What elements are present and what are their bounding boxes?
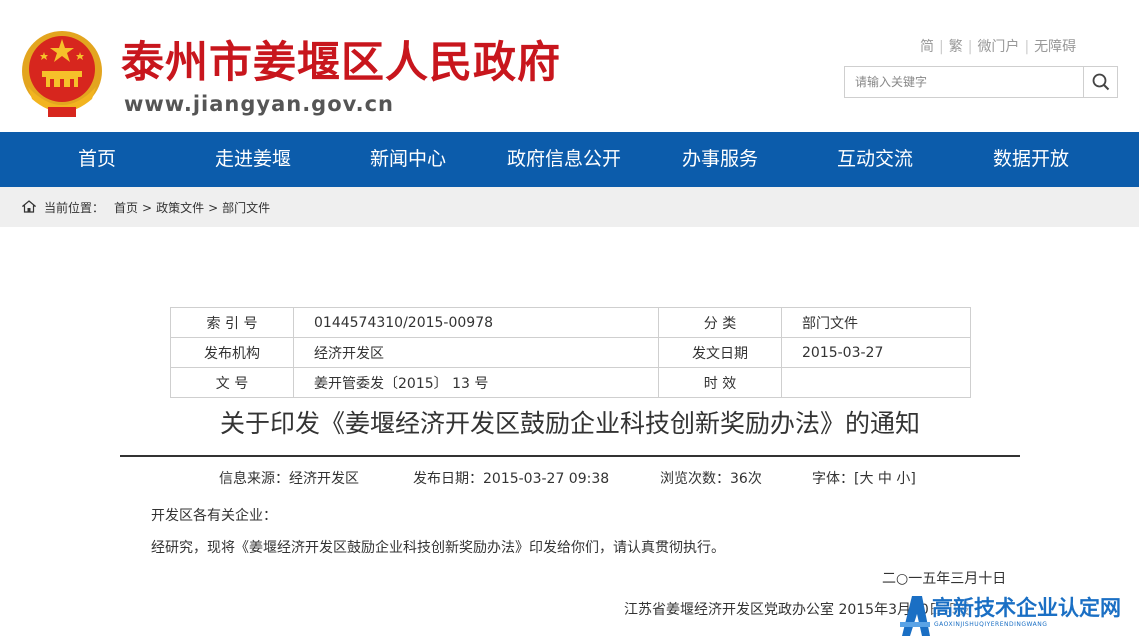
validity-value [781,367,971,398]
search-input[interactable] [845,67,1083,97]
index-number-label: 索 引 号 [170,307,294,338]
font-size-large-button[interactable]: 大 [859,471,873,487]
issuer-label: 发布机构 [170,337,294,368]
site-title: 泰州市姜堰区人民政府 [121,38,561,88]
category-value: 部门文件 [781,307,971,338]
issue-date-label: 发文日期 [658,337,782,368]
nav-item-about-jiangyan[interactable]: 走进姜堰 [196,132,310,187]
font-size-medium-button[interactable]: 中 [878,471,892,487]
index-number-value: 0144574310/2015-00978 [293,307,659,338]
article-sign-date: 二○一五年三月十日 [882,571,1007,587]
accessibility-link[interactable]: 无障碍 [1034,39,1076,55]
national-emblem-icon [22,31,102,117]
title-divider [120,455,1020,457]
font-size-small-button[interactable]: 小 [896,471,910,487]
article-body: 经研究，现将《姜堰经济开发区鼓励企业科技创新奖励办法》印发给你们，请认真贯彻执行… [151,540,725,556]
traditional-chinese-link[interactable]: 繁 [949,39,963,55]
watermark-logo-icon [900,596,930,636]
nav-item-gov-info-disclosure[interactable]: 政府信息公开 [496,132,632,187]
site-header: 泰州市姜堰区人民政府 www.jiangyan.gov.cn 简 | 繁 | 微门户 | 无… [0,0,1139,132]
divider: | [939,39,944,55]
article-title: 关于印发《姜堰经济开发区鼓励企业科技创新奖励办法》的通知 [219,409,920,438]
article-publish-date: 发布日期：2015-03-27 09:38 [413,471,610,487]
main-nav: 首页 走进姜堰 新闻中心 政府信息公开 办事服务 互动交流 数据开放 [0,132,1139,187]
font-size-close: ] [910,471,916,487]
watermark: 高新技术企业认定网 GAOXINJISHUQIYERENDINGWANG [898,590,1139,643]
watermark-text: 高新技术企业认定网 [932,596,1121,620]
font-size-control: 字体：[大 中 小] [812,468,916,488]
article-source: 信息来源：经济开发区 [219,471,359,487]
search-box [844,66,1118,98]
site-url: www.jiangyan.gov.cn [124,92,394,116]
doc-number-value: 姜开管委发〔2015〕 13 号 [293,367,659,398]
article-salutation: 开发区各有关企业： [151,508,277,524]
watermark-subtext: GAOXINJISHUQIYERENDINGWANG [934,621,1048,628]
breadcrumb-home[interactable]: 首页 [114,201,138,215]
table-row: 文 号 姜开管委发〔2015〕 13 号 时 效 [170,367,971,398]
simplified-chinese-link[interactable]: 简 [920,39,934,55]
top-links: 简 | 繁 | 微门户 | 无障碍 [920,36,1076,56]
divider: | [967,39,973,55]
document-meta-table: 索 引 号 0144574310/2015-00978 分 类 部门文件 发布机… [170,307,971,398]
breadcrumb-dept-docs[interactable]: 部门文件 [222,201,270,215]
doc-number-label: 文 号 [170,367,294,398]
nav-item-news-center[interactable]: 新闻中心 [350,132,466,187]
nav-item-services[interactable]: 办事服务 [664,132,776,187]
breadcrumb-policy-docs[interactable]: 政策文件 [156,201,204,215]
font-size-label: 字体：[ [812,471,860,487]
search-button[interactable] [1083,67,1117,97]
issue-date-value: 2015-03-27 [781,337,971,368]
table-row: 索 引 号 0144574310/2015-00978 分 类 部门文件 [170,307,971,338]
search-icon [1092,73,1109,91]
micro-portal-link[interactable]: 微门户 [977,39,1019,55]
divider: | [1024,39,1030,55]
category-label: 分 类 [658,307,782,338]
breadcrumb: 当前位置： 首页 > 政策文件 > 部门文件 [44,199,270,216]
article-view-count: 浏览次数：36次 [660,471,762,487]
table-row: 发布机构 经济开发区 发文日期 2015-03-27 [170,337,971,368]
breadcrumb-separator: > [208,201,219,215]
home-icon [22,200,36,213]
nav-item-home[interactable]: 首页 [48,132,146,187]
nav-item-interaction[interactable]: 互动交流 [818,132,932,187]
breadcrumb-separator: > [142,201,153,215]
nav-item-open-data[interactable]: 数据开放 [974,132,1088,187]
issuer-value: 经济开发区 [293,337,659,368]
validity-label: 时 效 [658,367,782,398]
breadcrumb-label: 当前位置： [44,201,105,215]
